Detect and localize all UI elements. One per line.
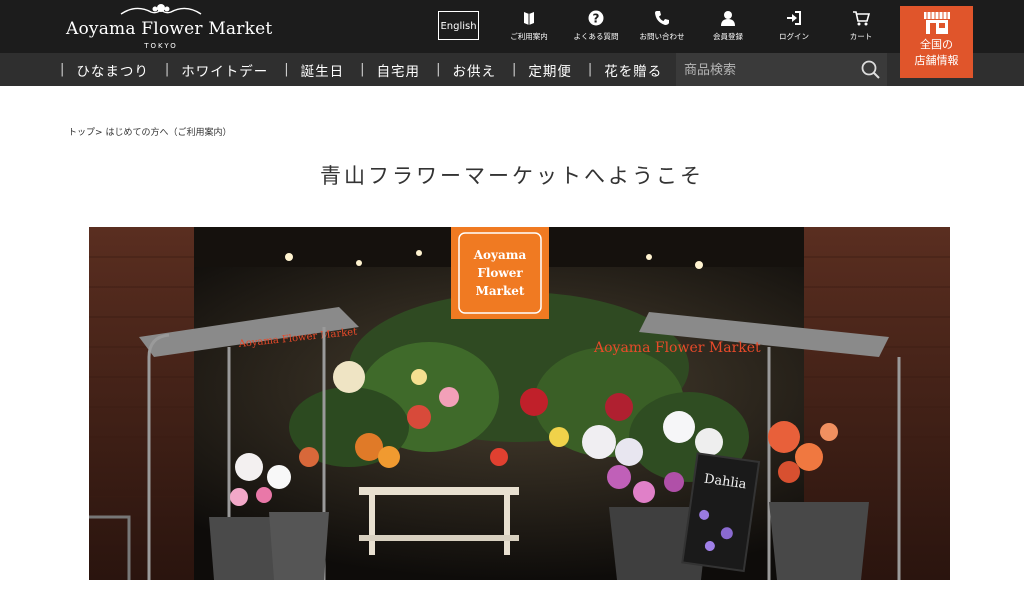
category-separator: | [284, 62, 289, 77]
nav-cart[interactable]: カート [828, 8, 894, 46]
breadcrumb-home[interactable]: トップ [68, 128, 95, 138]
nav-register-label: 会員登録 [713, 32, 743, 41]
category-item[interactable]: 自宅用 [377, 60, 421, 80]
flower-ornament-icon [120, 4, 202, 15]
store-info-button[interactable]: 全国の 店舗情報 [900, 6, 973, 78]
hero-image: Aoyama Flower Market Aoyama Flower Marke… [89, 227, 950, 580]
nav-faq[interactable]: ? よくある質問 [563, 8, 629, 46]
category-separator: | [164, 62, 170, 77]
search-icon[interactable] [861, 60, 880, 79]
nav-cart-label: カート [849, 32, 873, 41]
store-info-line2: 店舗情報 [914, 54, 959, 67]
flower-shop-photo: Aoyama Flower Market Aoyama Flower Marke… [89, 227, 950, 580]
nav-faq-label: よくある質問 [573, 32, 619, 41]
category-item[interactable]: 誕生日 [301, 60, 345, 80]
store-icon [923, 12, 950, 34]
cart-icon [853, 11, 870, 26]
nav-guide[interactable]: ご利用案内 [496, 8, 562, 46]
category-separator: | [587, 62, 593, 77]
store-info-line1: 全国の [920, 38, 953, 51]
sign-line-1: Aoyama [473, 248, 527, 262]
logo-sub: TOKYO [144, 42, 178, 50]
category-separator: | [436, 62, 441, 77]
category-item[interactable]: ひなまつり [76, 60, 149, 80]
breadcrumb: トップ> はじめての方へ（ご利用案内） [68, 125, 231, 138]
user-icon [721, 11, 735, 26]
nav-login-label: ログイン [779, 32, 809, 41]
page-title: 青山フラワーマーケットへようこそ [320, 164, 704, 188]
category-separator: | [360, 62, 365, 77]
site-logo[interactable]: Aoyama Flower Market TOKYO [66, 2, 273, 52]
question-icon: ? [588, 10, 604, 26]
login-icon [787, 11, 801, 25]
english-button[interactable]: English [438, 11, 479, 40]
search-input[interactable] [682, 57, 856, 84]
nav-contact[interactable]: お問い合わせ [629, 8, 695, 46]
info-icon [524, 12, 534, 25]
category-item[interactable]: お供え [452, 60, 496, 80]
category-item[interactable]: 定期便 [528, 60, 572, 80]
top-bar: Aoyama Flower Market TOKYO English ご利用案内… [0, 0, 1024, 53]
nav-register[interactable]: 会員登録 [695, 8, 761, 46]
sign-line-3: Market [476, 284, 525, 298]
phone-icon [655, 11, 669, 25]
category-separator: | [511, 62, 517, 77]
breadcrumb-current: はじめての方へ（ご利用案内） [105, 128, 232, 138]
nav-guide-label: ご利用案内 [510, 32, 548, 41]
logo-name: Aoyama Flower Market [66, 19, 273, 39]
category-separator: | [60, 62, 65, 77]
search-box [676, 53, 887, 86]
sign-line-2: Flower [477, 266, 523, 280]
nav-login[interactable]: ログイン [761, 8, 827, 46]
awning-right-text: Aoyama Flower Market [593, 340, 761, 356]
breadcrumb-sep: > [95, 128, 103, 138]
nav-contact-label: お問い合わせ [639, 32, 685, 41]
svg-text:?: ? [593, 12, 600, 26]
category-item[interactable]: 花を贈る [604, 60, 662, 80]
category-list: | ひなまつり | ホワイトデー | 誕生日 | 自宅用 | お供え | 定期便 | 花を贈る [60, 53, 678, 86]
category-item[interactable]: ホワイトデー [181, 60, 268, 80]
